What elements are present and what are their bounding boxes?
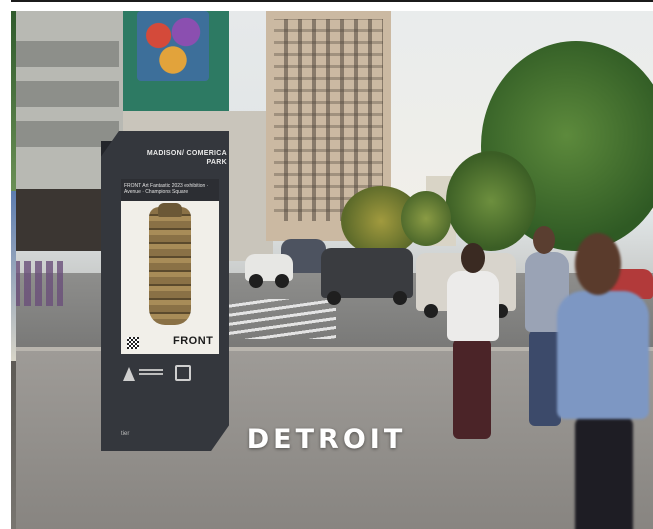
pedestrian-head — [461, 243, 485, 273]
pedestrian-torso — [447, 271, 499, 341]
wheel — [249, 274, 263, 288]
pedestrian — [439, 243, 509, 443]
car — [245, 254, 293, 288]
pedestrian-foreground — [549, 233, 653, 529]
background-pedestrians — [13, 261, 63, 306]
top-border-line — [0, 0, 653, 2]
partner-logo-icon — [175, 365, 191, 381]
qr-code-icon — [127, 337, 139, 349]
sponsor-logo-text — [139, 369, 163, 377]
kiosk-screen: FRONT Art Fantastic 2023 exhibition · Av… — [121, 179, 219, 354]
kiosk-location-label: MADISON/ COMERICA PARK — [146, 150, 227, 166]
pedestrian-head — [575, 233, 621, 295]
wheel — [393, 291, 407, 305]
screen-heading: FRONT Art Fantastic 2023 exhibition · Av… — [124, 183, 209, 195]
kiosk-logos — [123, 363, 203, 387]
city-caption: DETROIT — [246, 424, 407, 455]
mural-artwork — [137, 11, 209, 81]
photo-card: MADISON/ COMERICA PARK FRONT Art Fantast… — [0, 0, 653, 529]
sculpture-top — [158, 203, 182, 217]
screen-header: FRONT Art Fantastic 2023 exhibition · Av… — [121, 179, 219, 201]
top-border — [0, 0, 653, 11]
screen-brand: FRONT — [173, 335, 214, 347]
sponsor-logo-icon — [123, 367, 135, 381]
wheel — [275, 274, 289, 288]
pedestrian-torso — [557, 291, 649, 419]
sculpture-image — [149, 207, 191, 325]
building-window-band — [15, 81, 119, 107]
adjacent-photo-sliver — [11, 191, 16, 361]
suv — [321, 248, 413, 305]
crosswalk — [226, 299, 336, 339]
wheel — [424, 304, 438, 318]
building-window-band — [15, 41, 119, 67]
tree — [401, 191, 451, 246]
wheel — [327, 291, 341, 305]
adjacent-photo-sliver — [11, 11, 16, 191]
